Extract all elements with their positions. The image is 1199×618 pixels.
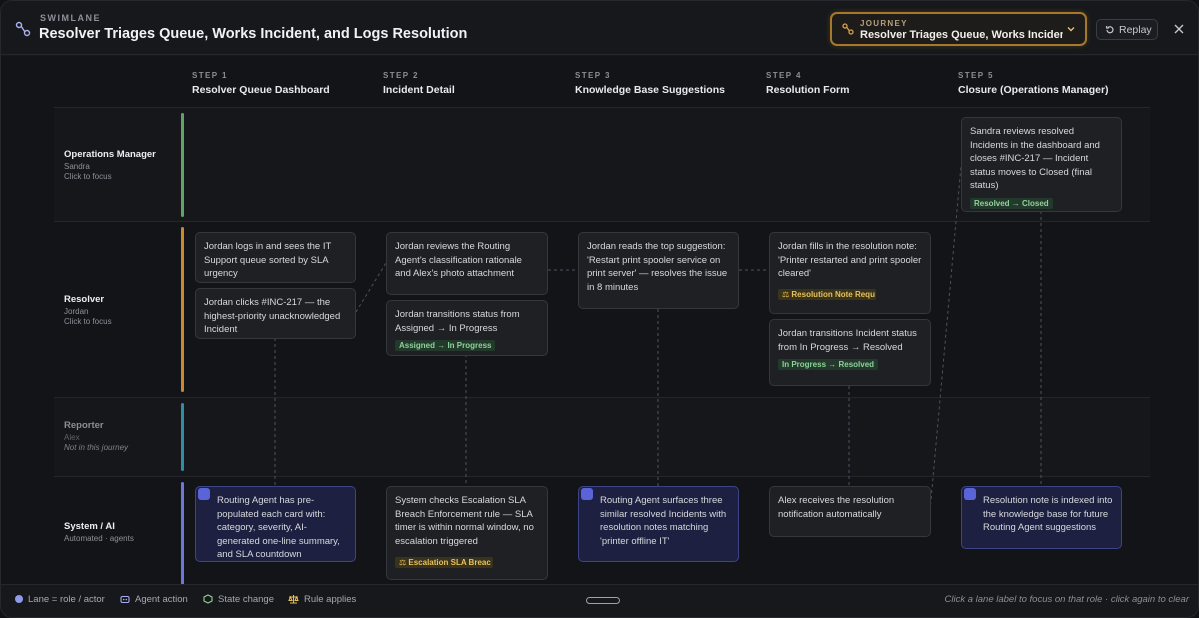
- journey-value: Resolver Triages Queue, Works Incident,: [860, 29, 1063, 41]
- lane-dot-icon: [15, 595, 23, 604]
- step-header-5: STEP 5 Closure (Operations Manager): [958, 71, 1109, 96]
- lane-actor: Automated · agents: [64, 534, 134, 543]
- card-sla-check[interactable]: System checks Escalation SLA Breach Enfo…: [386, 486, 548, 580]
- step-number: STEP 5: [958, 71, 994, 80]
- agent-icon: [964, 488, 976, 500]
- lane-focus-hint: Not in this journey: [64, 443, 129, 452]
- rule-badge: ⚖ Resolution Note Requ: [778, 288, 876, 300]
- state-change-icon: [203, 594, 213, 605]
- rule-badge: ⚖ Escalation SLA Breac: [395, 557, 493, 568]
- legend-label: Rule applies: [304, 594, 357, 605]
- replay-button[interactable]: Replay: [1096, 19, 1158, 40]
- lane-focus-hint-text: Click a lane label to focus on that role…: [944, 594, 1190, 605]
- legend-label: Lane = role / actor: [28, 594, 105, 605]
- journey-label: JOURNEY: [860, 19, 908, 28]
- chevron-down-icon: [1067, 27, 1075, 32]
- agent-icon: [198, 488, 210, 500]
- state-change-badge: Resolved → Closed: [970, 197, 1053, 209]
- replay-icon: [1105, 25, 1114, 34]
- card-text: Jordan reviews the Routing Agent's class…: [395, 241, 522, 279]
- card-queue-login[interactable]: Jordan logs in and sees the IT Support q…: [195, 232, 356, 283]
- lane-title: Resolver: [64, 294, 105, 305]
- step-header-1: STEP 1 Resolver Queue Dashboard: [192, 71, 330, 96]
- state-change-badge: In Progress → Resolved: [778, 359, 879, 370]
- step-number: STEP 2: [383, 71, 419, 80]
- lane-focus-hint: Click to focus: [64, 317, 112, 326]
- header: SWIMLANE Resolver Triages Queue, Works I…: [1, 1, 1198, 55]
- lane-reporter: Reporter Alex Not in this journey: [54, 397, 1150, 476]
- card-read-suggestion[interactable]: Jordan reads the top suggestion: 'Restar…: [578, 232, 739, 309]
- step-number: STEP 3: [575, 71, 611, 80]
- state-change-badge: Assigned → In Progress: [395, 340, 496, 351]
- legend-state-change: State change: [203, 594, 274, 605]
- legend-rule: Rule applies: [288, 594, 356, 605]
- lane-label-reporter[interactable]: Reporter Alex Not in this journey: [64, 420, 128, 452]
- card-text: Jordan clicks #INC-217 — the highest-pri…: [204, 297, 341, 335]
- lane-label-system-ai[interactable]: System / AI Automated · agents: [64, 521, 134, 543]
- step-number: STEP 1: [192, 71, 228, 80]
- card-text: Jordan logs in and sees the IT Support q…: [204, 241, 332, 279]
- step-header-4: STEP 4 Resolution Form: [766, 71, 849, 96]
- card-text: Sandra reviews resolved Incidents in the…: [970, 126, 1100, 191]
- card-text: Resolution note is indexed into the know…: [983, 495, 1113, 533]
- lane-focus-hint: Click to focus: [64, 172, 112, 181]
- lane-actor: Alex: [64, 433, 80, 442]
- legend-label: Agent action: [135, 594, 188, 605]
- card-text: Routing Agent surfaces three similar res…: [600, 495, 727, 547]
- card-text: Jordan fills in the resolution note: 'Pr…: [778, 241, 922, 279]
- legend-agent: Agent action: [120, 594, 188, 605]
- card-fill-resolution-note[interactable]: Jordan fills in the resolution note: 'Pr…: [769, 232, 931, 314]
- card-click-incident[interactable]: Jordan clicks #INC-217 — the highest-pri…: [195, 288, 356, 339]
- card-knowledge-base-index[interactable]: Resolution note is indexed into the know…: [961, 486, 1122, 549]
- eyebrow-label: SWIMLANE: [40, 13, 101, 23]
- card-review-rationale[interactable]: Jordan reviews the Routing Agent's class…: [386, 232, 548, 295]
- card-text: Jordan reads the top suggestion: 'Restar…: [587, 241, 728, 293]
- lane-title: System / AI: [64, 521, 115, 532]
- swimlane-board: STEP 1 Resolver Queue Dashboard STEP 2 I…: [1, 56, 1198, 584]
- swimlane-window: SWIMLANE Resolver Triages Queue, Works I…: [0, 0, 1199, 618]
- lane-color-bar: [181, 113, 184, 217]
- card-text: Jordan transitions Incident status from …: [778, 328, 917, 353]
- lane-label-resolver[interactable]: Resolver Jordan Click to focus: [64, 294, 112, 326]
- swimlane-icon: [15, 21, 31, 37]
- lane-color-bar: [181, 482, 184, 584]
- step-name: Resolver Queue Dashboard: [192, 84, 330, 96]
- step-number: STEP 4: [766, 71, 802, 80]
- page-title: Resolver Triages Queue, Works Incident, …: [39, 26, 468, 42]
- card-text: Alex receives the resolution notificatio…: [778, 495, 895, 520]
- lane-label-operations-manager[interactable]: Operations Manager Sandra Click to focus: [64, 149, 156, 181]
- rule-icon: [288, 595, 299, 604]
- card-routing-agent-prepopulate[interactable]: Routing Agent has pre-populated each car…: [195, 486, 356, 562]
- card-text: Jordan transitions status from Assigned …: [395, 309, 520, 334]
- step-name: Resolution Form: [766, 84, 850, 96]
- card-resolution-notification[interactable]: Alex receives the resolution notificatio…: [769, 486, 931, 537]
- step-name: Closure (Operations Manager): [958, 84, 1109, 96]
- legend-label: State change: [218, 594, 274, 605]
- replay-label: Replay: [1119, 24, 1152, 36]
- card-transition-in-progress[interactable]: Jordan transitions status from Assigned …: [386, 300, 548, 356]
- card-text: System checks Escalation SLA Breach Enfo…: [395, 495, 534, 547]
- lane-actor: Jordan: [64, 307, 89, 316]
- legend-footer: Lane = role / actor Agent action State c…: [1, 584, 1198, 617]
- lane-color-bar: [181, 403, 184, 471]
- lane-title: Reporter: [64, 420, 104, 431]
- step-header-3: STEP 3 Knowledge Base Suggestions: [575, 71, 725, 96]
- agent-icon: [581, 488, 593, 500]
- card-closure[interactable]: Sandra reviews resolved Incidents in the…: [961, 117, 1122, 212]
- card-routing-agent-suggestions[interactable]: Routing Agent surfaces three similar res…: [578, 486, 739, 562]
- route-icon: [842, 23, 854, 35]
- step-name: Incident Detail: [383, 84, 455, 96]
- legend-lane: Lane = role / actor: [15, 594, 105, 605]
- lane-title: Operations Manager: [64, 149, 156, 160]
- agent-icon: [120, 596, 130, 604]
- card-text: Routing Agent has pre-populated each car…: [217, 495, 340, 560]
- horizontal-scrollbar[interactable]: [586, 597, 620, 604]
- card-transition-resolved[interactable]: Jordan transitions Incident status from …: [769, 319, 931, 386]
- lane-actor: Sandra: [64, 162, 90, 171]
- step-header-2: STEP 2 Incident Detail: [383, 71, 455, 96]
- journey-selector[interactable]: JOURNEY Resolver Triages Queue, Works In…: [830, 12, 1087, 46]
- lane-color-bar: [181, 227, 184, 392]
- close-icon[interactable]: [1170, 20, 1188, 38]
- step-name: Knowledge Base Suggestions: [575, 84, 725, 96]
